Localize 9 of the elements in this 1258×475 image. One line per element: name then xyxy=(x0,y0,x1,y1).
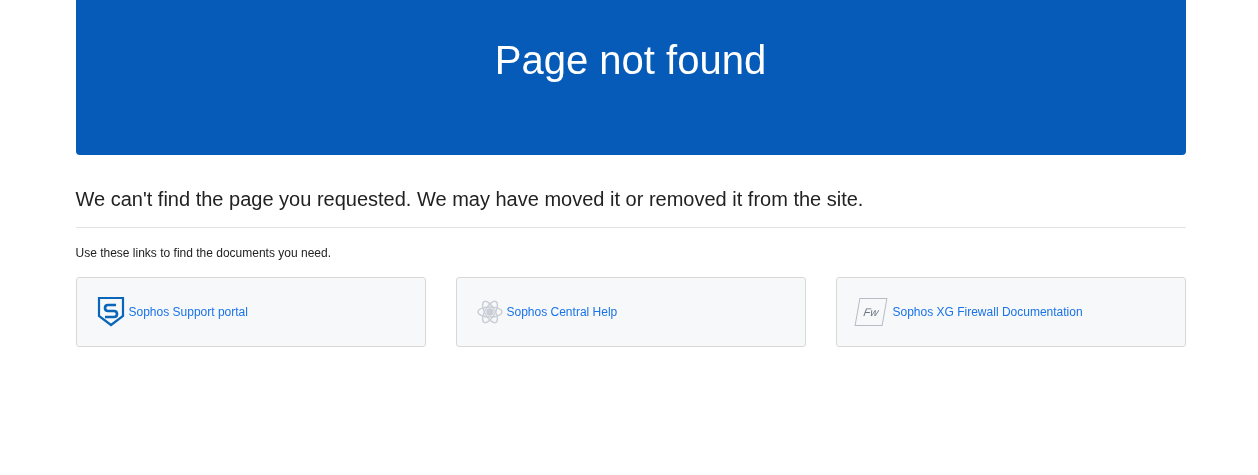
firewall-badge-icon: Fw xyxy=(854,298,887,326)
doc-link[interactable]: Sophos XG Firewall Documentation xyxy=(892,305,1083,319)
hint-text: Use these links to find the documents you need. xyxy=(75,246,332,260)
atom-icon xyxy=(476,298,503,326)
page-title: Page not found xyxy=(494,37,767,84)
doc-link[interactable]: Sophos Support portal xyxy=(128,305,248,319)
doc-link[interactable]: Sophos Central Help xyxy=(506,305,618,319)
error-message: We can't find the page you requested. We may have moved it or removed it from the site. xyxy=(75,187,865,211)
shield-icon xyxy=(96,297,125,327)
